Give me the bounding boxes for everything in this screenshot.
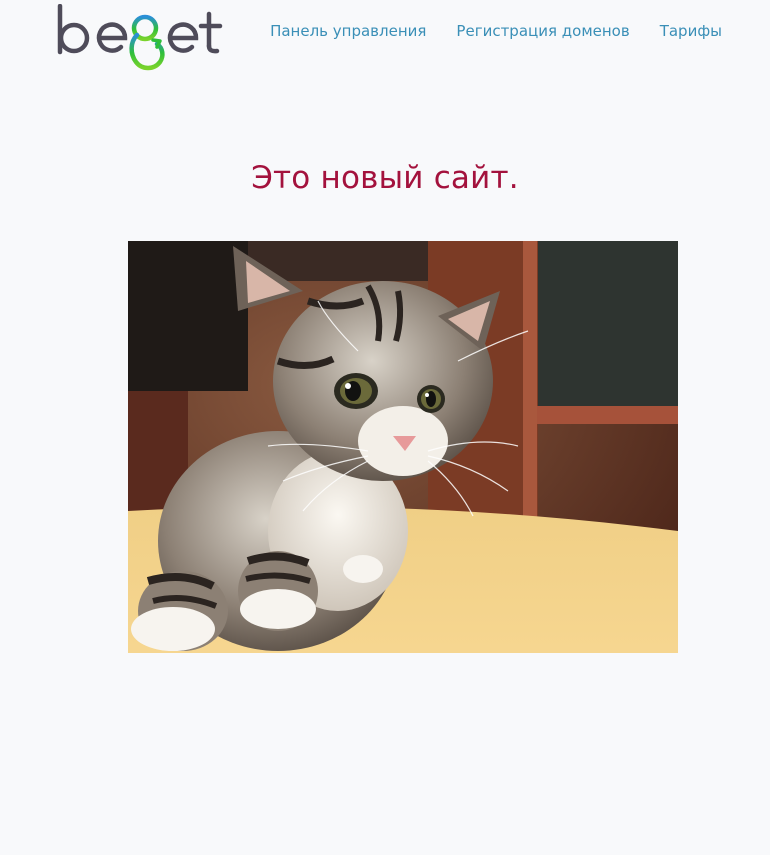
beget-logo-icon (57, 3, 223, 71)
nav-link-control-panel[interactable]: Панель управления (270, 20, 426, 42)
site-header: Панель управления Регистрация доменов Та… (0, 0, 770, 90)
nav-link-domain-registration[interactable]: Регистрация доменов (456, 20, 629, 42)
main-nav: Панель управления Регистрация доменов Та… (270, 20, 722, 42)
kitten-photo-icon (128, 241, 678, 653)
page-title: Это новый сайт. (251, 160, 519, 196)
kitten-photo (128, 241, 678, 653)
nav-link-tariffs[interactable]: Тарифы (660, 20, 722, 42)
beget-logo[interactable] (56, 3, 226, 84)
